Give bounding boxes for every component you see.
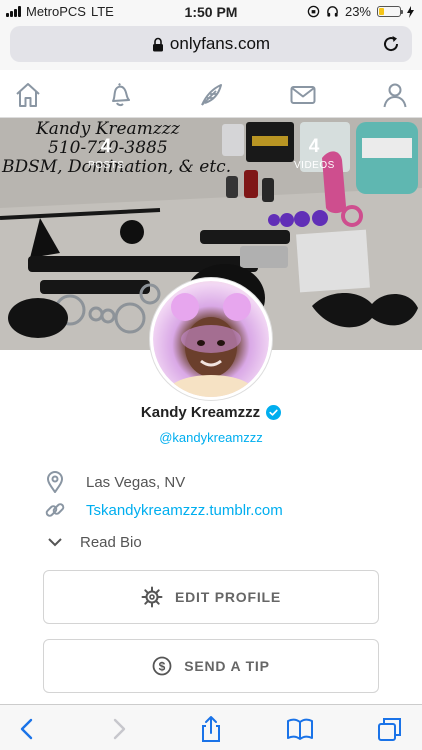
avatar-filter-art (167, 293, 255, 397)
website-row: Tskandykreamzzz.tumblr.com (44, 499, 283, 521)
browser-toolbar (0, 704, 422, 750)
envelope-icon[interactable] (288, 80, 318, 110)
share-icon[interactable] (197, 715, 225, 743)
user-icon[interactable] (380, 80, 410, 110)
posts-stat[interactable]: 4 POSTS (88, 136, 124, 171)
read-bio-row[interactable]: Read Bio (44, 531, 142, 553)
battery-icon (377, 6, 403, 17)
lock-icon (152, 37, 163, 51)
posts-count: 4 (100, 136, 112, 157)
avatar-photo (153, 281, 269, 397)
cover-text-line: Kandy Kreamzzz (36, 119, 180, 139)
videos-count: 4 (308, 136, 320, 157)
location-pin-icon (44, 471, 66, 493)
avatar[interactable] (150, 278, 272, 400)
reload-icon[interactable] (380, 33, 402, 55)
battery-fill (379, 8, 384, 15)
back-icon[interactable] (14, 715, 42, 743)
browser-url-area: onlyfans.com (0, 24, 422, 70)
battery-percent: 23% (344, 4, 371, 19)
verified-badge-icon (266, 405, 282, 420)
location-text: Las Vegas, NV (86, 473, 186, 491)
dollar-coin-icon: $ (152, 656, 172, 676)
videos-stat[interactable]: 4 VIDEOS (294, 136, 334, 171)
headphones-icon (327, 6, 338, 17)
status-bar: MetroPCS LTE 1:50 PM 23% (0, 0, 422, 24)
address-bar[interactable]: onlyfans.com (10, 26, 412, 62)
cover-text-line: 510-720-3885 (48, 138, 168, 158)
location-row: Las Vegas, NV (44, 471, 185, 493)
link-icon (44, 499, 66, 521)
edit-profile-button[interactable]: EDIT PROFILE (43, 570, 379, 624)
forward-icon[interactable] (104, 715, 132, 743)
tabs-icon[interactable] (376, 715, 404, 743)
profile-handle[interactable]: @kandykreamzzz (0, 430, 422, 445)
status-right: 23% (307, 4, 414, 19)
orientation-lock-icon (307, 5, 320, 18)
send-tip-button[interactable]: $ SEND A TIP (43, 639, 379, 693)
read-bio-label: Read Bio (80, 533, 142, 551)
bookmarks-icon[interactable] (286, 715, 314, 743)
website-link[interactable]: Tskandykreamzzz.tumblr.com (86, 502, 283, 519)
send-tip-label: SEND A TIP (184, 658, 270, 674)
edit-profile-label: EDIT PROFILE (174, 589, 282, 605)
bell-icon[interactable] (105, 80, 135, 110)
svg-text:$: $ (159, 659, 166, 673)
chevron-down-icon (44, 531, 66, 553)
profile-name: Kandy Kreamzzz (140, 404, 261, 421)
posts-label: POSTS (88, 160, 125, 171)
feather-icon[interactable] (196, 80, 226, 110)
charging-bolt-icon (407, 5, 414, 18)
gear-icon (141, 586, 163, 608)
url-text: onlyfans.com (169, 34, 271, 53)
site-nav (0, 70, 422, 118)
profile-name-row: Kandy Kreamzzz (0, 404, 422, 421)
home-icon[interactable] (13, 80, 43, 110)
videos-label: VIDEOS (294, 160, 335, 171)
